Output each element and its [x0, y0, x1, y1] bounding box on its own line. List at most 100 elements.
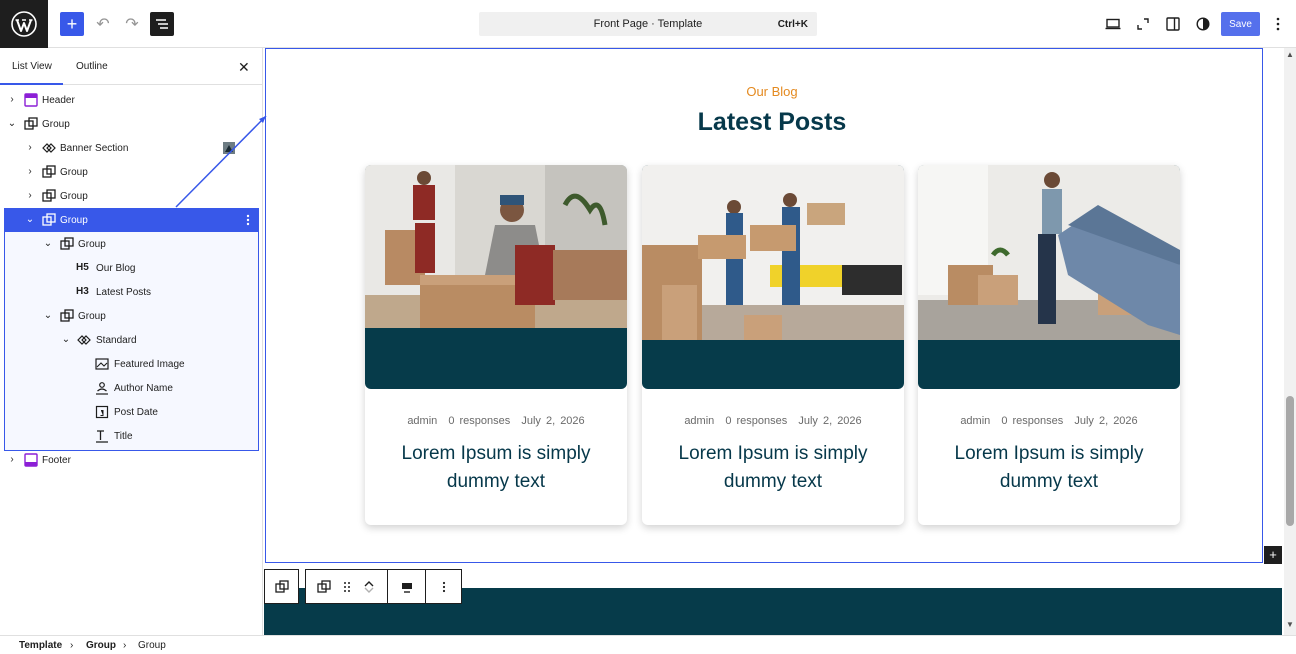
- list-item[interactable]: ⌄ Group: [0, 112, 263, 136]
- settings-sidebar-button[interactable]: [1161, 12, 1185, 36]
- post-author[interactable]: admin: [684, 415, 714, 427]
- post-responses[interactable]: 0 responses: [1001, 415, 1063, 427]
- list-item-label: Footer: [42, 455, 71, 466]
- chevron-right-icon[interactable]: ›: [7, 94, 17, 106]
- list-item[interactable]: ⌄ Group: [0, 232, 263, 256]
- editor-canvas[interactable]: Our Blog Latest Posts admin 0 responses …: [264, 48, 1284, 635]
- list-item[interactable]: ⌄ Standard: [0, 328, 263, 352]
- chevron-down-icon[interactable]: ⌄: [61, 334, 71, 346]
- close-icon[interactable]: ✕: [238, 59, 250, 76]
- list-item-label: Banner Section: [60, 143, 129, 154]
- options-menu-button[interactable]: [1266, 12, 1290, 36]
- template-part-icon: [24, 453, 38, 467]
- post-title[interactable]: Lorem Ipsum is simply dummy text: [662, 440, 884, 496]
- section-heading[interactable]: Latest Posts: [264, 108, 1280, 137]
- calendar-icon: [95, 405, 109, 419]
- canvas-scrollbar[interactable]: ▲ ▼: [1284, 48, 1296, 635]
- list-item-selected[interactable]: ⌄ Group: [0, 208, 263, 232]
- post-title[interactable]: Lorem Ipsum is simply dummy text: [938, 440, 1160, 496]
- list-item[interactable]: Author Name: [0, 376, 263, 400]
- featured-image[interactable]: [918, 165, 1180, 389]
- post-date: July 2, 2026: [798, 415, 862, 427]
- select-parent-block-button[interactable]: [264, 569, 299, 604]
- block-inserter-button[interactable]: +: [60, 12, 84, 36]
- zoom-out-button[interactable]: [1131, 12, 1155, 36]
- list-item[interactable]: Post Date: [0, 400, 263, 424]
- list-item-label: Standard: [96, 335, 137, 346]
- post-card[interactable]: admin 0 responses July 2, 2026 Lorem Ips…: [918, 165, 1180, 525]
- group-icon: [42, 165, 56, 178]
- scroll-up-icon[interactable]: ▲: [1286, 50, 1294, 59]
- chevron-right-icon[interactable]: ›: [25, 190, 35, 202]
- redo-button[interactable]: ↷: [120, 12, 144, 36]
- list-item[interactable]: H3 Latest Posts: [0, 280, 263, 304]
- chevron-down-icon[interactable]: ⌄: [7, 118, 17, 130]
- chevron-right-icon[interactable]: ›: [25, 166, 35, 178]
- shortcut-hint: Ctrl+K: [777, 19, 808, 30]
- active-tab-indicator: [0, 83, 63, 85]
- wordpress-logo-button[interactable]: [0, 0, 48, 48]
- justify-button[interactable]: [388, 570, 425, 603]
- breadcrumb-item[interactable]: Template: [19, 640, 62, 651]
- command-palette-bar[interactable]: Front Page · Template Ctrl+K: [479, 12, 817, 36]
- chevron-down-icon[interactable]: [364, 587, 374, 594]
- tab-list-view[interactable]: List View: [12, 61, 52, 72]
- block-options-button[interactable]: [426, 570, 461, 603]
- chevron-right-icon: ›: [70, 640, 74, 651]
- block-appender-button[interactable]: +: [1264, 546, 1282, 564]
- list-item-label: Title: [114, 431, 133, 442]
- list-item-label: Post Date: [114, 407, 158, 418]
- list-view-panel: List View Outline ✕ › Header ⌄ Group › B…: [0, 48, 263, 635]
- post-author[interactable]: admin: [407, 415, 437, 427]
- list-item[interactable]: Featured Image: [0, 352, 263, 376]
- post-date: July 2, 2026: [1074, 415, 1138, 427]
- expand-icon: [1137, 18, 1149, 30]
- chevron-down-icon[interactable]: ⌄: [25, 214, 35, 226]
- more-vertical-icon[interactable]: [241, 213, 255, 227]
- breadcrumb: Template › Group › Group: [0, 635, 1296, 654]
- list-item[interactable]: › Footer: [0, 448, 263, 472]
- save-button[interactable]: Save: [1221, 12, 1260, 36]
- undo-button[interactable]: ↶: [91, 12, 115, 36]
- sidebar-icon: [1166, 17, 1180, 31]
- styles-button[interactable]: [1191, 12, 1215, 36]
- chevron-up-icon[interactable]: [364, 580, 374, 587]
- post-responses[interactable]: 0 responses: [725, 415, 787, 427]
- list-item[interactable]: ⌄ Group: [0, 304, 263, 328]
- device-preview-button[interactable]: [1101, 12, 1125, 36]
- scrollbar-thumb[interactable]: [1286, 396, 1294, 526]
- post-date: July 2, 2026: [521, 415, 585, 427]
- list-item[interactable]: Title: [0, 424, 263, 448]
- list-item[interactable]: › Group: [0, 160, 263, 184]
- block-type-button[interactable]: [314, 570, 334, 603]
- post-title[interactable]: Lorem Ipsum is simply dummy text: [385, 440, 607, 496]
- post-card[interactable]: admin 0 responses July 2, 2026 Lorem Ips…: [365, 165, 627, 525]
- breadcrumb-item[interactable]: Group: [86, 640, 116, 651]
- panel-tabs: List View Outline ✕: [0, 48, 263, 85]
- featured-image[interactable]: [365, 165, 627, 389]
- chevron-right-icon[interactable]: ›: [25, 142, 35, 154]
- post-card[interactable]: admin 0 responses July 2, 2026 Lorem Ips…: [642, 165, 904, 525]
- group-icon: [42, 189, 56, 202]
- list-item[interactable]: H5 Our Blog: [0, 256, 263, 280]
- chevron-right-icon[interactable]: ›: [7, 454, 17, 466]
- list-item-label: Group: [60, 167, 88, 178]
- list-item[interactable]: › Group: [0, 184, 263, 208]
- tab-outline[interactable]: Outline: [76, 61, 108, 72]
- list-item-label: Group: [78, 311, 106, 322]
- list-item-label: Group: [60, 191, 88, 202]
- chevron-down-icon[interactable]: ⌄: [43, 238, 53, 250]
- move-up-down-buttons[interactable]: [360, 570, 378, 603]
- list-item-label: Author Name: [114, 383, 173, 394]
- section-eyebrow[interactable]: Our Blog: [264, 84, 1280, 99]
- document-overview-button[interactable]: [150, 12, 174, 36]
- drag-handle-icon: [344, 581, 350, 592]
- chevron-down-icon[interactable]: ⌄: [43, 310, 53, 322]
- post-author[interactable]: admin: [960, 415, 990, 427]
- post-responses[interactable]: 0 responses: [448, 415, 510, 427]
- featured-image[interactable]: [642, 165, 904, 389]
- drag-handle[interactable]: [340, 570, 354, 603]
- list-item[interactable]: › Banner Section: [0, 136, 263, 160]
- list-item[interactable]: › Header: [0, 88, 263, 112]
- scroll-down-icon[interactable]: ▼: [1286, 620, 1294, 629]
